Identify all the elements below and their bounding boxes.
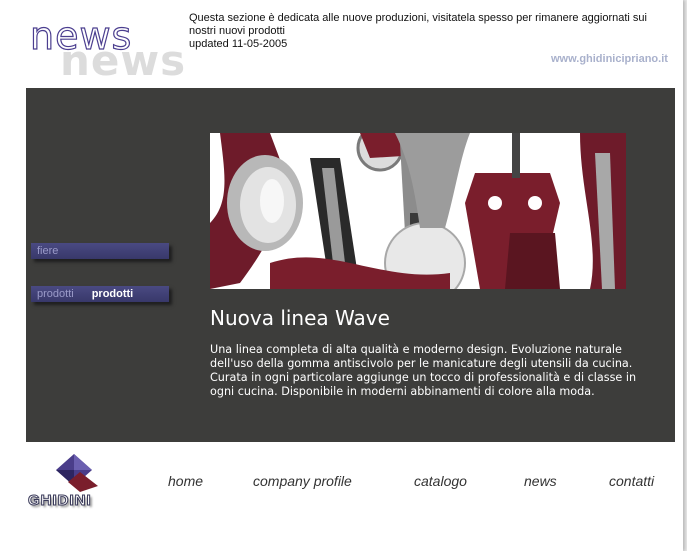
page: news news Questa sezione è dedicata alle… <box>0 0 683 551</box>
sidebar-item-active-label: prodotti <box>91 288 134 300</box>
nav-company-profile[interactable]: company profile <box>253 473 352 489</box>
nav-contatti[interactable]: contatti <box>609 473 654 489</box>
updated-date: updated 11-05-2005 <box>189 38 288 50</box>
site-url: www.ghidinicipriano.it <box>551 53 668 65</box>
intro-text: Questa sezione è dedicata alle nuove pro… <box>189 12 647 37</box>
news-logo: news news <box>29 13 190 85</box>
brand-logo: GHIDINI <box>28 452 132 514</box>
nav-news[interactable]: news <box>524 473 557 489</box>
sidebar-item-label: fiere <box>37 245 59 257</box>
ghidini-diamond-icon <box>56 454 98 492</box>
product-photo <box>210 133 626 289</box>
news-logo-word: news <box>29 13 133 58</box>
nav-home[interactable]: home <box>168 473 203 489</box>
sidebar-item-fiere[interactable]: fiere <box>31 243 169 259</box>
article-description: Una linea completa di alta qualità e mod… <box>210 343 637 398</box>
sidebar-item-label: prodotti <box>37 288 74 300</box>
article-headline: Nuova linea Wave <box>210 306 390 330</box>
brand-name: GHIDINI <box>28 492 92 510</box>
utensils-illustration <box>210 133 626 289</box>
intro-block: Questa sezione è dedicata alle nuove pro… <box>189 12 669 51</box>
nav-catalogo[interactable]: catalogo <box>414 473 467 489</box>
sidebar-item-prodotti[interactable]: prodotti prodotti <box>31 286 169 302</box>
